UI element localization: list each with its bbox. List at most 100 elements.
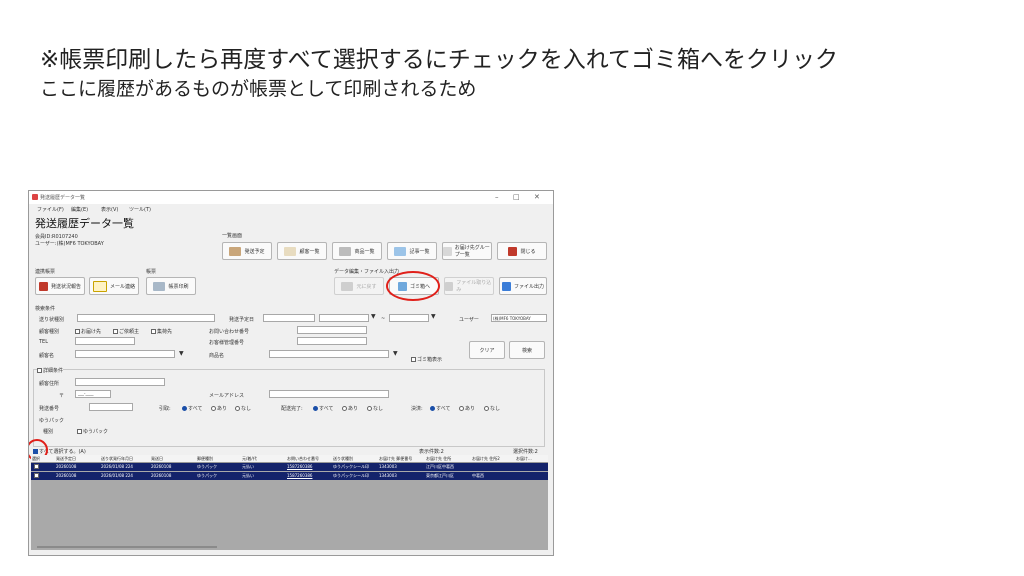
product-list-button[interactable]: 商品一覧	[332, 242, 382, 260]
delivered-all-radio[interactable]: すべて	[313, 405, 333, 412]
charge-all-radio[interactable]: すべて	[430, 405, 450, 412]
shipper-checkbox[interactable]: 集荷先	[151, 328, 172, 335]
charge-yes-radio[interactable]: あり	[459, 405, 475, 412]
col-header[interactable]: 選択	[32, 456, 40, 462]
horizontal-scrollbar[interactable]	[37, 546, 217, 548]
menu-view[interactable]: 表示(V)	[101, 206, 118, 213]
menu-file[interactable]: ファイル(F)	[37, 206, 64, 213]
col-header[interactable]: 送り状発行年月日	[101, 456, 133, 462]
date-to-select[interactable]	[389, 314, 429, 322]
button-label: 元に戻す	[356, 283, 377, 290]
table-cell: 江戸川区中葛西	[426, 464, 454, 469]
table-cell[interactable]: 1587260386	[287, 473, 312, 478]
col-header[interactable]: お問い合わせ番号	[287, 456, 319, 462]
row-checkbox[interactable]	[34, 473, 39, 478]
clear-button[interactable]: クリア	[469, 341, 505, 359]
requester-checkbox[interactable]: ご依頼主	[113, 328, 139, 335]
mail-icon	[92, 280, 107, 292]
menu-tools[interactable]: ツール(T)	[129, 206, 151, 213]
zip-input[interactable]: ___-____	[75, 390, 111, 398]
maximize-button[interactable]: □	[513, 193, 520, 201]
radio-label: すべて	[319, 406, 334, 412]
table-cell[interactable]: 1587260386	[287, 464, 312, 469]
dropdown-arrow-icon[interactable]: ▼	[393, 350, 398, 357]
pickup-no-radio[interactable]: なし	[235, 405, 251, 412]
delivery-group-button[interactable]: お届け先グループ一覧	[442, 242, 492, 260]
import-file-button[interactable]: ファイル取り込み	[444, 277, 494, 295]
radio-icon	[235, 406, 240, 411]
mail-input[interactable]	[269, 390, 389, 398]
table-cell: ゆうパックシール印	[333, 464, 369, 469]
delivered-no-radio[interactable]: なし	[367, 405, 383, 412]
col-header[interactable]: 送り状種別	[333, 456, 353, 462]
col-header[interactable]: 元/着/代	[242, 456, 257, 462]
table-cell: 20260108	[151, 473, 172, 478]
delivery-checkbox[interactable]: お届け先	[75, 328, 101, 335]
undo-button[interactable]: 元に戻す	[334, 277, 384, 295]
row-checkbox[interactable]	[34, 464, 39, 469]
charge-no-radio[interactable]: なし	[484, 405, 500, 412]
radio-icon	[430, 406, 435, 411]
checkbox-icon	[77, 429, 82, 434]
product-name-select[interactable]	[269, 350, 389, 358]
shipping-report-button[interactable]: 発送状況報告	[35, 277, 85, 295]
mail-contact-button[interactable]: メール連絡	[89, 277, 139, 295]
col-header[interactable]: 郵便種別	[197, 456, 213, 462]
close-window-button[interactable]: ✕	[534, 193, 540, 201]
list-screen-label: 一覧画面	[222, 233, 243, 239]
shipping-schedule-button[interactable]: 発送予定	[222, 242, 272, 260]
article-list-button[interactable]: 記事一覧	[387, 242, 437, 260]
kind-yupack-checkbox[interactable]: ゆうパック	[77, 428, 108, 435]
col-header[interactable]: お届け...	[516, 456, 532, 462]
table-row[interactable]: 20260108 2026/01/08 224 20260108 ゆうパック 元…	[31, 463, 548, 471]
exit-door-icon	[508, 246, 518, 256]
button-label: お届け先グループ一覧	[454, 245, 490, 258]
col-header[interactable]: お届け先 郵便番号	[379, 456, 412, 462]
date-from-input[interactable]	[263, 314, 315, 322]
detail-conditions-toggle[interactable]: 詳細条件	[37, 367, 64, 374]
show-trash-checkbox[interactable]: ゴミ箱表示	[411, 356, 442, 363]
customer-mgmt-no-input[interactable]	[297, 337, 367, 345]
slip-type-select[interactable]	[77, 314, 215, 322]
customer-list-button[interactable]: 顧客一覧	[277, 242, 327, 260]
address-input[interactable]	[75, 378, 165, 386]
close-screen-button[interactable]: 閉じる	[497, 242, 547, 260]
inquiry-number-input[interactable]	[297, 326, 367, 334]
delivered-yes-radio[interactable]: あり	[342, 405, 358, 412]
dropdown-arrow-icon[interactable]: ▼	[371, 313, 376, 320]
export-file-button[interactable]: ファイル出力	[499, 277, 547, 295]
button-label: 閉じる	[520, 248, 536, 255]
pickup-yes-radio[interactable]: あり	[211, 405, 227, 412]
pickup-all-radio[interactable]: すべて	[182, 405, 202, 412]
menu-edit[interactable]: 編集(E)	[71, 206, 88, 213]
tel-label: TEL	[39, 339, 48, 345]
col-header[interactable]: 発送日	[151, 456, 163, 462]
ship-no-input[interactable]	[89, 403, 133, 411]
user-select[interactable]: (株)MF6 TOKYOBAY	[491, 314, 547, 322]
col-header[interactable]: 発送予定日	[56, 456, 76, 462]
table-header: 選択 発送予定日 送り状発行年月日 発送日 郵便種別 元/着/代 お問い合わせ番…	[31, 455, 548, 463]
col-header[interactable]: お届け先 住所	[426, 456, 451, 462]
radio-icon	[342, 406, 347, 411]
dropdown-arrow-icon[interactable]: ▼	[179, 350, 184, 357]
ship-no-label: 発送番号	[39, 406, 60, 412]
customer-name-select[interactable]	[75, 350, 175, 358]
minimize-button[interactable]: –	[495, 193, 499, 201]
search-button[interactable]: 検索	[509, 341, 545, 359]
checklist-icon	[394, 246, 407, 256]
button-label: 顧客一覧	[299, 248, 320, 255]
col-header[interactable]: お届け先 住所2	[472, 456, 500, 462]
dropdown-arrow-icon[interactable]: ▼	[431, 313, 436, 320]
charge-label: 決済:	[411, 406, 423, 412]
tel-input[interactable]	[75, 337, 135, 345]
user-info: ユーザー:(株)MF6 TOKYOBAY	[35, 241, 104, 247]
radio-icon	[459, 406, 464, 411]
date-from-select[interactable]	[319, 314, 369, 322]
checkbox-label: 集荷先	[157, 329, 173, 335]
button-label: 商品一覧	[354, 248, 375, 255]
table-row[interactable]: 20260108 2026/01/08 224 20260108 ゆうパック 元…	[31, 472, 548, 480]
radio-label: なし	[373, 406, 384, 412]
button-label: ファイル出力	[513, 283, 544, 290]
print-form-button[interactable]: 帳票印刷	[146, 277, 196, 295]
app-window: 発送履歴データ一覧 – □ ✕ ファイル(F) 編集(E) 表示(V) ツール(…	[28, 190, 554, 556]
